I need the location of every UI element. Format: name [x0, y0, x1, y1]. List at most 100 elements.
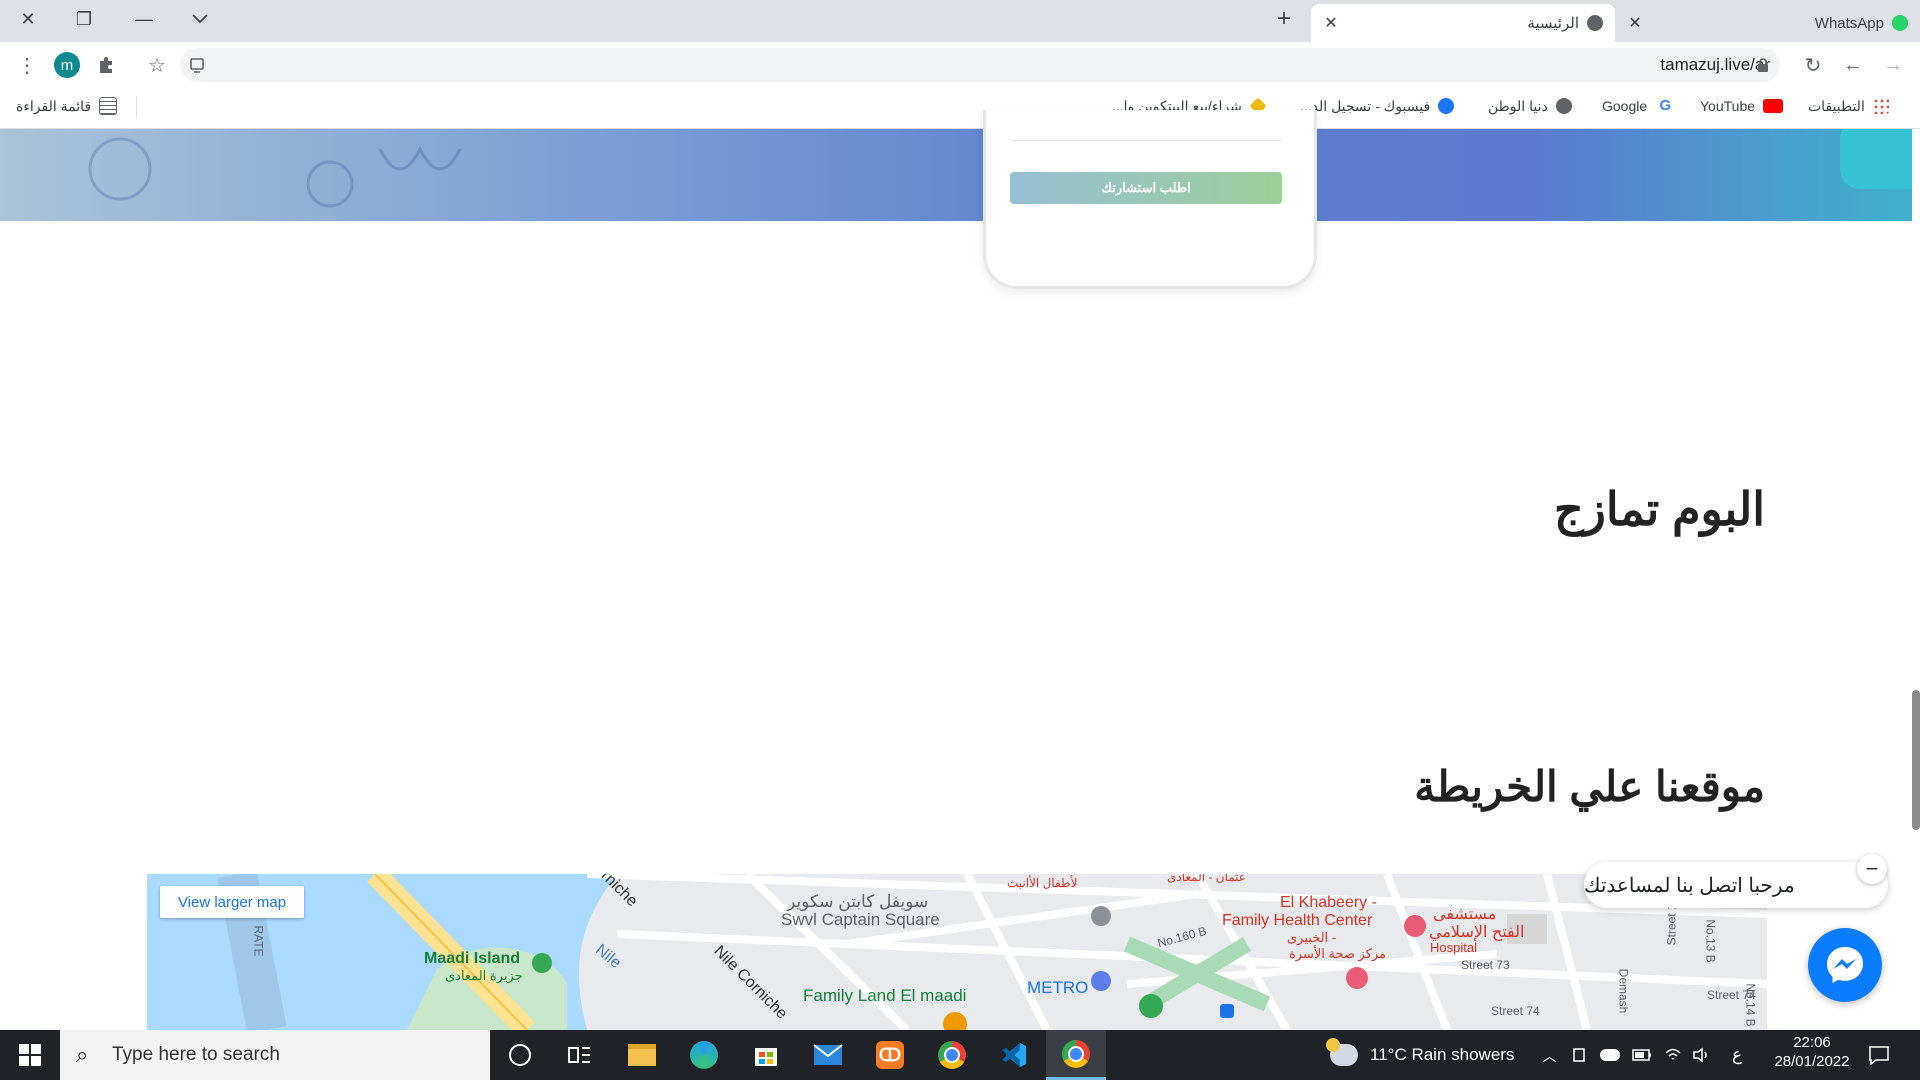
apps-grid-icon: [1872, 98, 1889, 114]
google-icon: G: [1659, 97, 1672, 114]
bookmark-apps[interactable]: التطبيقات: [1808, 94, 1889, 118]
globe-icon: [1555, 98, 1572, 114]
new-tab-button[interactable]: +: [1256, 0, 1312, 38]
bookmark-donia[interactable]: دنيا الوطن: [1488, 94, 1572, 118]
battery-icon[interactable]: [1632, 1030, 1652, 1080]
omnibox[interactable]: [180, 48, 1780, 82]
tab-search-chevron-icon[interactable]: [172, 0, 228, 38]
windows-start-icon[interactable]: [0, 1030, 60, 1080]
map-label: الخبيرى -: [1287, 930, 1337, 945]
vscode-icon[interactable]: [984, 1030, 1044, 1080]
chrome-icon[interactable]: [922, 1030, 982, 1080]
cortana-icon[interactable]: [490, 1030, 550, 1080]
profile-avatar[interactable]: m: [50, 48, 84, 82]
bookmark-label: التطبيقات: [1808, 97, 1865, 114]
reading-list-icon: [99, 97, 118, 115]
scrollbar-thumb[interactable]: [1912, 690, 1920, 830]
bookmark-youtube[interactable]: YouTube: [1700, 94, 1784, 118]
map-label: Street 73: [1461, 958, 1510, 972]
reading-list-label: قائمة القراءة: [16, 97, 92, 114]
chat-minimize-button[interactable]: −: [1857, 854, 1887, 884]
tab-home[interactable]: الرئيسية ✕: [1311, 4, 1615, 42]
edge-icon[interactable]: [674, 1030, 734, 1080]
decorative-pattern: [88, 137, 462, 208]
wifi-icon[interactable]: [1664, 1030, 1682, 1080]
map-heading: موقعنا علي الخريطة: [1414, 763, 1765, 810]
avatar: m: [54, 52, 80, 78]
chat-greeting-bubble[interactable]: مرحبا اتصل بنا لمساعدتك: [1584, 862, 1888, 908]
map-label: No.13 B: [1703, 919, 1718, 963]
chrome-active-icon[interactable]: [1046, 1030, 1106, 1080]
tab-close-icon[interactable]: ✕: [1321, 13, 1341, 33]
embedded-map[interactable]: Maadi Island جزيرة المعادى Nile Nile Cor…: [147, 874, 1767, 1030]
form-field[interactable]: [1012, 118, 1282, 141]
map-label: مركز صحة الأسرة: [1289, 946, 1387, 961]
tab-title: الرئيسية: [1527, 15, 1579, 32]
bookmarks-divider: [136, 96, 137, 118]
clock[interactable]: 22:06 28/01/2022: [1764, 1032, 1860, 1078]
volume-icon[interactable]: [1692, 1030, 1710, 1080]
bookmark-label: فيسبوك - تسجيل الد...: [1300, 97, 1431, 114]
youtube-icon: [1763, 99, 1784, 113]
map-label: Street 74: [1491, 1004, 1540, 1018]
map-label: سويفل كابتن سكوير: [787, 892, 929, 911]
close-window-icon[interactable]: ✕: [0, 0, 56, 38]
file-explorer-icon[interactable]: [612, 1030, 672, 1080]
map-label: الفتح الإسلامي: [1429, 924, 1525, 941]
reload-icon[interactable]: ↻: [1796, 48, 1830, 82]
send-to-devices-icon[interactable]: [180, 48, 214, 82]
task-view-icon[interactable]: [550, 1030, 610, 1080]
mail-icon[interactable]: [798, 1030, 858, 1080]
decorative-shape: [1840, 129, 1912, 189]
notifications-icon[interactable]: [1868, 1030, 1890, 1080]
facebook-icon: [1438, 98, 1455, 114]
store-icon[interactable]: [736, 1030, 796, 1080]
map-label: RATE: [251, 925, 266, 957]
bookmark-facebook[interactable]: فيسبوك - تسجيل الد...: [1300, 94, 1455, 118]
search-icon: ⌕: [76, 1042, 89, 1067]
tab-title: WhatsApp: [1814, 14, 1884, 32]
map-label: METRO: [1027, 978, 1089, 997]
map-label: Family Land El maadi: [803, 986, 967, 1005]
back-arrow-icon[interactable]: ←: [1836, 48, 1870, 82]
weather-widget[interactable]: 11°C Rain showers: [1326, 1030, 1515, 1080]
map-label: No.14 B: [1743, 983, 1758, 1027]
xampp-icon[interactable]: ↀ: [860, 1030, 920, 1080]
bookmark-label: YouTube: [1700, 98, 1756, 114]
input-language[interactable]: ع: [1732, 1030, 1742, 1080]
globe-icon: [1587, 15, 1603, 31]
taskbar-search-box[interactable]: ⌕ Type here to search: [60, 1030, 490, 1080]
show-hidden-icons-chevron-icon[interactable]: ︿: [1542, 1030, 1557, 1080]
extensions-puzzle-icon[interactable]: [90, 48, 124, 82]
map-label: Maadi Island: [424, 950, 521, 967]
forward-arrow-icon[interactable]: →: [1876, 48, 1910, 82]
messenger-logo-icon: [1827, 947, 1863, 983]
map-label: El Khabeery -: [1280, 894, 1377, 911]
bookmark-label: Google: [1602, 98, 1648, 114]
restore-window-icon[interactable]: ❐: [56, 0, 112, 38]
clock-time: 22:06: [1793, 1034, 1831, 1051]
map-label: عثمان - المعادى: [1167, 874, 1246, 884]
menu-kebab-icon[interactable]: ⋮: [10, 48, 44, 82]
bookmark-label: دنيا الوطن: [1488, 97, 1548, 114]
bookmark-google[interactable]: G Google: [1602, 94, 1671, 118]
map-label: جزيرة المعادى: [445, 968, 523, 983]
rain-cloud-icon: [1326, 1038, 1358, 1066]
search-placeholder: Type here to search: [112, 1044, 280, 1065]
reading-list[interactable]: قائمة القراءة: [16, 94, 118, 118]
tab-whatsapp[interactable]: WhatsApp ✕: [1615, 4, 1920, 42]
lock-icon[interactable]: [1746, 48, 1780, 82]
onedrive-cloud-icon[interactable]: [1600, 1030, 1620, 1080]
meet-now-icon[interactable]: [1572, 1030, 1588, 1080]
request-consultation-button[interactable]: اطلب استشارتك: [1010, 172, 1282, 204]
messenger-icon[interactable]: [1808, 928, 1882, 1002]
tab-close-icon[interactable]: ✕: [1625, 13, 1645, 33]
view-larger-map-link[interactable]: View larger map: [160, 886, 304, 918]
weather-text: 11°C Rain showers: [1370, 1045, 1515, 1064]
bookmark-star-icon[interactable]: ☆: [140, 48, 174, 82]
map-label: مستشفى: [1433, 906, 1497, 923]
minimize-window-icon[interactable]: —: [116, 0, 172, 38]
album-heading: البوم تمازج: [1553, 483, 1765, 535]
clock-date: 28/01/2022: [1774, 1053, 1850, 1070]
map-label: Swvl Captain Square: [781, 910, 940, 929]
